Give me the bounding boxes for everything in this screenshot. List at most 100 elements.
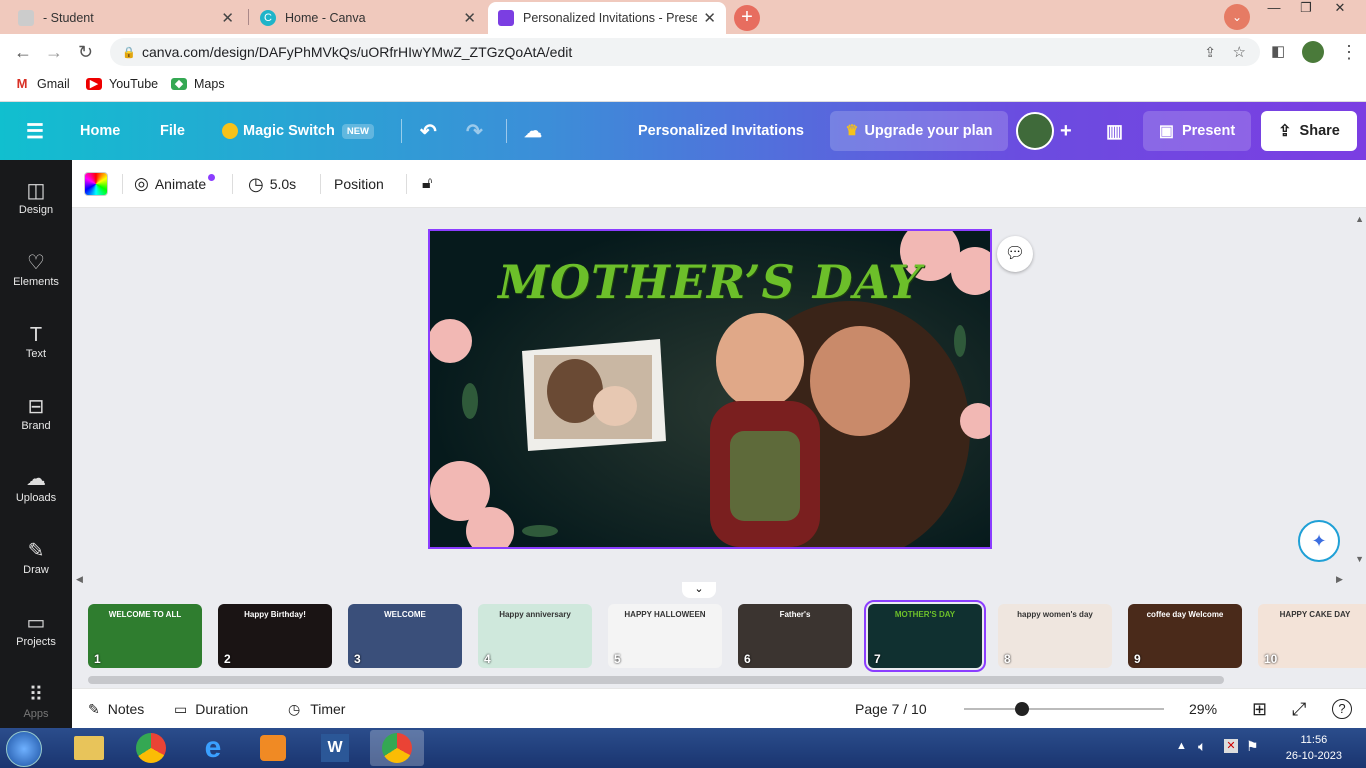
home-button[interactable]: Home bbox=[80, 102, 120, 160]
slide-canvas[interactable]: MOTHER’S DAY bbox=[428, 229, 992, 549]
forward-icon[interactable]: → bbox=[45, 42, 63, 63]
sidebar-item-brand[interactable]: ⊟ Brand bbox=[0, 394, 72, 454]
close-icon[interactable]: ✕ bbox=[463, 9, 476, 27]
reload-icon[interactable]: ↻ bbox=[78, 42, 93, 63]
document-title[interactable]: Personalized Invitations bbox=[638, 102, 804, 160]
menu-icon[interactable]: ☰ bbox=[26, 102, 44, 160]
internet-explorer-icon[interactable]: e bbox=[186, 730, 240, 766]
page-thumbnail[interactable]: happy women's day 8 bbox=[998, 604, 1112, 668]
sidebar-item-design[interactable]: ◫ Design bbox=[0, 178, 72, 238]
lock-icon[interactable]: 🔓︎ bbox=[422, 160, 432, 208]
minimize-button[interactable]: — bbox=[1258, 0, 1290, 20]
magic-switch-button[interactable]: Magic Switch NEW bbox=[222, 102, 375, 160]
duration-button[interactable]: ◷ 5.0s bbox=[248, 160, 296, 208]
timer-button[interactable]: ◷ Timer bbox=[288, 689, 345, 729]
word-icon[interactable]: W bbox=[308, 730, 362, 766]
help-button[interactable]: ? bbox=[1332, 689, 1352, 729]
volume-icon[interactable]: 🔈︎ bbox=[1198, 738, 1206, 755]
tab-home-canva[interactable]: C Home - Canva ✕ bbox=[250, 2, 486, 34]
side-panel-icon[interactable]: ◧ bbox=[1271, 42, 1285, 60]
cloud-saved-icon[interactable]: ☁ bbox=[524, 102, 542, 160]
add-collaborator-icon[interactable]: + bbox=[1060, 102, 1072, 160]
position-label: Position bbox=[334, 176, 384, 192]
page-thumbnail[interactable]: coffee day Welcome 9 bbox=[1128, 604, 1242, 668]
close-window-button[interactable]: ✕ bbox=[1324, 0, 1356, 20]
sidebar-item-text[interactable]: T Text bbox=[0, 322, 72, 382]
duration-toggle-button[interactable]: ▭ Duration bbox=[174, 689, 248, 729]
tab-student[interactable]: - Student ✕ bbox=[8, 2, 244, 34]
profile-avatar[interactable] bbox=[1302, 41, 1324, 63]
scroll-up-arrow[interactable]: ▲ bbox=[1355, 214, 1364, 224]
system-clock[interactable]: 11:56 26-10-2023 bbox=[1286, 732, 1342, 764]
page-thumbnail[interactable]: HAPPY CAKE DAY 10 bbox=[1258, 604, 1366, 668]
share-button[interactable]: ⇪ Share bbox=[1261, 111, 1357, 151]
tab-search-button[interactable]: ⌄ bbox=[1224, 4, 1250, 30]
bookmark-youtube[interactable]: ▶ YouTube bbox=[86, 77, 158, 91]
close-icon[interactable]: ✕ bbox=[703, 9, 716, 27]
chrome-icon[interactable] bbox=[124, 730, 178, 766]
fullscreen-icon[interactable]: ⤢ bbox=[1292, 689, 1306, 729]
media-player-icon[interactable] bbox=[246, 730, 300, 766]
page-thumbnail[interactable]: Father's 6 bbox=[738, 604, 852, 668]
zoom-percentage[interactable]: 29% bbox=[1189, 689, 1217, 729]
insights-icon[interactable]: ▥ bbox=[1106, 102, 1123, 160]
scroll-down-arrow[interactable]: ▼ bbox=[1355, 554, 1364, 564]
text-icon: T bbox=[29, 324, 43, 346]
start-button[interactable] bbox=[6, 731, 42, 767]
sidebar-item-draw[interactable]: ✎ Draw bbox=[0, 538, 72, 598]
file-menu-button[interactable]: File bbox=[160, 102, 185, 160]
scroll-right-arrow[interactable]: ▶ bbox=[1336, 574, 1343, 585]
horizontal-scrollbar[interactable] bbox=[88, 676, 1224, 684]
thumbnail-title: WELCOME TO ALL bbox=[108, 610, 182, 619]
close-icon[interactable]: ✕ bbox=[221, 9, 234, 27]
page-thumbnail[interactable]: WELCOME 3 bbox=[348, 604, 462, 668]
share-page-icon[interactable]: ⇪ bbox=[1204, 44, 1216, 61]
file-explorer-icon[interactable] bbox=[62, 730, 116, 766]
zoom-slider-thumb[interactable] bbox=[1015, 702, 1029, 716]
collapse-pages-button[interactable]: ⌄ bbox=[682, 582, 716, 598]
context-toolbar: ◎ Animate ◷ 5.0s Position 🔓︎ bbox=[72, 160, 1366, 208]
position-button[interactable]: Position bbox=[334, 160, 384, 208]
sidebar-item-elements[interactable]: ♡ Elements bbox=[0, 250, 72, 310]
tray-expand-icon[interactable]: ▲ bbox=[1176, 740, 1187, 752]
network-icon[interactable]: ✕ bbox=[1224, 739, 1238, 753]
url-input[interactable]: 🔒 canva.com/design/DAFyPhMVkQs/uORfrHIwY… bbox=[110, 38, 1260, 66]
back-icon[interactable]: ← bbox=[14, 42, 32, 63]
notes-button[interactable]: ✎ Notes bbox=[88, 689, 144, 729]
scroll-left-arrow[interactable]: ◀ bbox=[76, 574, 83, 585]
present-icon: ▣ bbox=[1158, 123, 1174, 140]
action-center-icon[interactable]: ⚑ bbox=[1246, 738, 1259, 755]
magic-assistant-button[interactable]: ✦ bbox=[1298, 520, 1340, 562]
page-thumbnail[interactable]: WELCOME TO ALL 1 bbox=[88, 604, 202, 668]
bookmark-maps[interactable]: ◆ Maps bbox=[171, 77, 225, 91]
redo-icon[interactable]: ↷ bbox=[466, 102, 483, 160]
animate-button[interactable]: ◎ Animate bbox=[134, 160, 216, 208]
sidebar-item-uploads[interactable]: ☁ Uploads bbox=[0, 466, 72, 526]
page-thumbnail[interactable]: Happy anniversary 4 bbox=[478, 604, 592, 668]
bookmark-star-icon[interactable]: ☆ bbox=[1233, 43, 1246, 61]
zoom-slider-track[interactable] bbox=[964, 708, 1164, 710]
chrome-active-icon[interactable] bbox=[370, 730, 424, 766]
sidebar-item-label: Apps bbox=[23, 708, 49, 720]
bookmark-gmail[interactable]: M Gmail bbox=[14, 77, 70, 91]
page-thumbnail[interactable]: Happy Birthday! 2 bbox=[218, 604, 332, 668]
grid-view-icon[interactable]: ⊞ bbox=[1252, 689, 1267, 729]
page-thumbnail[interactable]: HAPPY HALLOWEEN 5 bbox=[608, 604, 722, 668]
sidebar-item-projects[interactable]: ▭ Projects bbox=[0, 610, 72, 670]
user-avatar[interactable] bbox=[1016, 112, 1054, 150]
page-thumbnail[interactable]: MOTHER'S DAY 7 bbox=[864, 600, 986, 672]
slide-title[interactable]: MOTHER’S DAY bbox=[430, 255, 950, 309]
site-info-icon[interactable]: 🔒 bbox=[122, 46, 136, 59]
page-indicator[interactable]: Page 7 / 10 bbox=[855, 689, 927, 729]
undo-icon[interactable]: ↶ bbox=[420, 102, 437, 160]
tab-personalized-invitations[interactable]: Personalized Invitations - Present ✕ bbox=[488, 2, 726, 34]
timer-label: Timer bbox=[310, 701, 346, 717]
add-comment-button[interactable]: 💬︎ bbox=[997, 236, 1033, 272]
present-button[interactable]: ▣ Present bbox=[1143, 111, 1251, 151]
browser-menu-icon[interactable]: ⋮ bbox=[1340, 42, 1358, 63]
color-picker-button[interactable] bbox=[84, 172, 108, 196]
upgrade-plan-button[interactable]: ♛ Upgrade your plan bbox=[830, 111, 1008, 151]
maximize-button[interactable]: ❐ bbox=[1290, 0, 1322, 20]
new-tab-button[interactable]: + bbox=[734, 5, 760, 31]
divider bbox=[122, 174, 123, 194]
